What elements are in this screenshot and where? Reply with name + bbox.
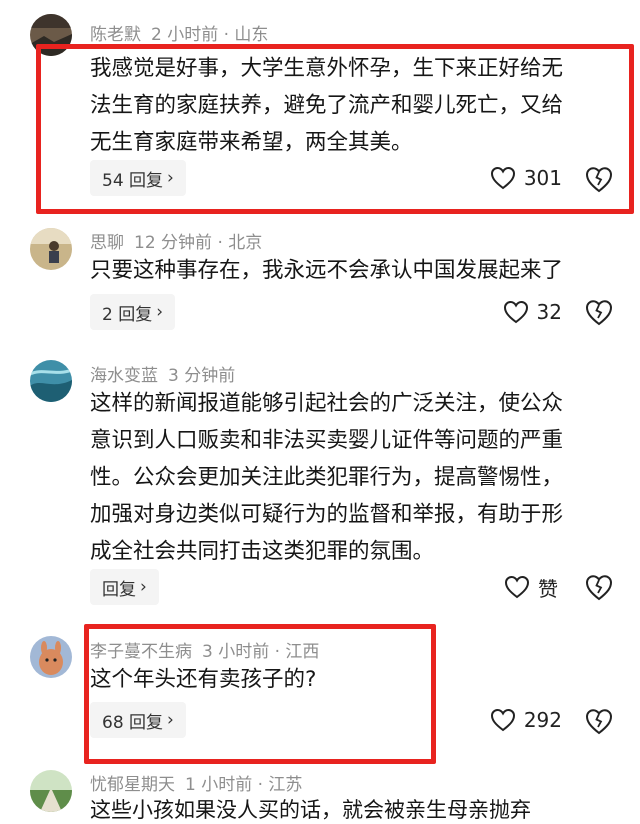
reply-label: 回复 (102, 579, 136, 600)
username[interactable]: 海水变蓝 (90, 366, 158, 386)
chevron-right-icon: › (167, 168, 174, 188)
heart-outline-icon (490, 166, 515, 190)
reply-label: 54 回复 (102, 170, 164, 191)
like-button[interactable]: 赞 (504, 569, 562, 605)
timestamp: 3 小时前 · 江西 (202, 642, 320, 662)
chevron-right-icon: › (140, 577, 147, 597)
like-button[interactable]: 292 (490, 702, 562, 738)
username[interactable]: 思聊 (90, 233, 124, 253)
timestamp: 3 分钟前 (168, 366, 236, 386)
reply-button[interactable]: 2 回复 › (90, 294, 176, 330)
like-count: 301 (523, 166, 562, 190)
comment-text: 这样的新闻报道能够引起社会的广泛关注，使公众 意识到人口贩卖和非法买卖婴儿证件等… (90, 391, 564, 564)
heart-outline-icon (504, 575, 530, 599)
comment-meta: 陈老默 2 小时前 · 山东 (90, 20, 268, 45)
comment-text: 只要这种事存在，我永远不会承认中国发展起来了 (90, 258, 564, 283)
avatar[interactable] (30, 228, 72, 270)
chevron-right-icon: › (156, 302, 164, 322)
comment-meta: 海水变蓝 3 分钟前 (90, 361, 235, 386)
reply-label: 68 回复 (102, 712, 164, 733)
chevron-right-icon: › (167, 710, 174, 730)
reply-button[interactable]: 回复 › (90, 569, 159, 605)
broken-heart-icon[interactable] (584, 572, 614, 602)
avatar[interactable] (30, 770, 72, 812)
like-count: 赞 (538, 576, 558, 601)
timestamp: 12 分钟前 · 北京 (134, 233, 263, 253)
username[interactable]: 李子蔓不生病 (90, 642, 192, 662)
like-button[interactable]: 32 (503, 294, 562, 330)
broken-heart-icon[interactable] (584, 706, 614, 736)
broken-heart-icon[interactable] (584, 297, 614, 327)
comment-meta: 思聊 12 分钟前 · 北京 (90, 228, 262, 253)
like-count: 32 (536, 300, 562, 324)
timestamp: 2 小时前 · 山东 (151, 25, 269, 45)
comment-meta: 李子蔓不生病 3 小时前 · 江西 (90, 637, 319, 662)
username[interactable]: 忧郁星期天 (90, 775, 175, 795)
broken-heart-icon[interactable] (584, 164, 614, 194)
avatar[interactable] (30, 636, 72, 678)
avatar[interactable] (30, 360, 72, 402)
comment-text: 这些小孩如果没人买的话，就会被亲生母亲抛弃 (90, 798, 531, 822)
reply-button[interactable]: 68 回复 › (90, 702, 186, 738)
reply-label: 2 回复 (102, 304, 153, 325)
comment-text: 这个年头还有卖孩子的? (90, 667, 317, 692)
avatar[interactable] (30, 14, 72, 56)
comment-text: 我感觉是好事，大学生意外怀孕，生下来正好给无 法生育的家庭扶养，避免了流产和婴儿… (90, 56, 564, 155)
heart-outline-icon (490, 708, 515, 732)
like-button[interactable]: 301 (490, 160, 562, 196)
username[interactable]: 陈老默 (90, 25, 141, 45)
timestamp: 1 小时前 · 江苏 (185, 775, 303, 795)
comment-meta: 忧郁星期天 1 小时前 · 江苏 (90, 770, 302, 795)
like-count: 292 (523, 708, 562, 732)
reply-button[interactable]: 54 回复 › (90, 160, 186, 196)
heart-outline-icon (503, 300, 528, 324)
